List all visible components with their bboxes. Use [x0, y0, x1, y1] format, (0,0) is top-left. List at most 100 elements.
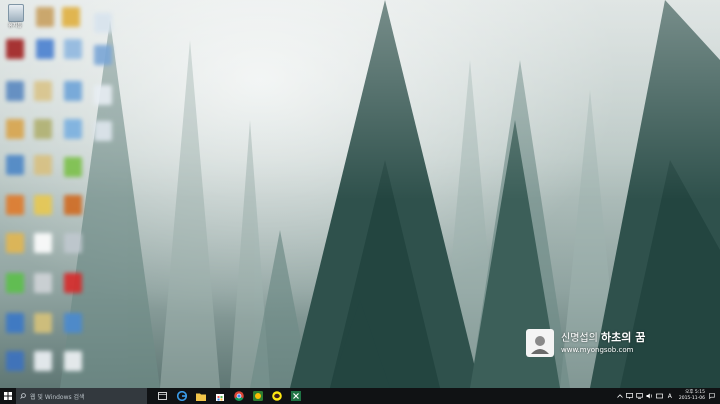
tray-keyboard[interactable] — [655, 388, 665, 404]
watermark-title: 신명섭의 하초의 꿈 — [561, 330, 646, 345]
recycle-bin-icon[interactable]: 휴지통 — [2, 2, 28, 34]
desktop-icon[interactable] — [88, 40, 118, 70]
app-icon — [64, 273, 82, 293]
desktop-icon[interactable] — [30, 34, 60, 64]
app-icon — [6, 313, 24, 333]
desktop-icon[interactable] — [88, 116, 118, 146]
watermark-title-prefix: 신명섭의 — [561, 332, 598, 344]
action-center-button[interactable] — [708, 388, 716, 404]
app-icon — [6, 119, 24, 139]
desktop-icon[interactable] — [0, 150, 30, 180]
desktop-icon[interactable] — [28, 228, 58, 258]
store-bag-icon — [215, 394, 224, 401]
app-icon — [6, 233, 24, 253]
trash-can-icon — [8, 4, 24, 22]
taskbar-edge[interactable] — [172, 388, 191, 404]
app-icon — [94, 121, 112, 141]
windows-logo-icon — [4, 392, 12, 400]
desktop-icon[interactable] — [58, 346, 88, 376]
edge-icon — [176, 391, 187, 401]
desktop-icon[interactable] — [28, 346, 58, 376]
desktop-icon[interactable] — [88, 8, 118, 38]
desktop-icon[interactable] — [58, 228, 88, 258]
app-icon — [34, 273, 52, 293]
recycle-bin-label: 휴지통 — [8, 23, 22, 29]
show-hidden-icons-button[interactable] — [615, 388, 625, 404]
desktop-icon[interactable] — [0, 34, 30, 64]
app-icon — [62, 7, 80, 27]
desktop-icon[interactable] — [58, 76, 88, 106]
desktop-icon[interactable] — [0, 114, 30, 144]
taskbar-file-explorer[interactable] — [191, 388, 210, 404]
desktop-icon[interactable] — [56, 2, 86, 32]
desktop-icon[interactable] — [58, 308, 88, 338]
desktop-icon[interactable] — [0, 346, 30, 376]
task-view-icon — [158, 392, 167, 400]
desktop-icon[interactable] — [28, 308, 58, 338]
desktop-icon[interactable] — [58, 190, 88, 220]
app-icon — [34, 195, 52, 215]
app-icon — [64, 81, 82, 101]
app-icon — [34, 233, 52, 253]
display-icon — [626, 393, 634, 399]
app-icon — [34, 119, 52, 139]
desktop-icon[interactable] — [28, 76, 58, 106]
app-icon — [6, 39, 24, 59]
desktop-icon[interactable] — [58, 114, 88, 144]
network-icon — [636, 393, 644, 399]
google-apps-icon — [252, 391, 263, 401]
tray-ime[interactable]: A — [665, 388, 675, 404]
system-tray: A 오후 5:15 2015-11-06 — [615, 388, 716, 404]
excel-icon — [290, 391, 301, 401]
app-icon — [64, 313, 82, 333]
keyboard-icon — [656, 393, 664, 399]
desktop-icon[interactable] — [28, 150, 58, 180]
chevron-up-icon — [617, 394, 623, 398]
app-icon — [34, 351, 52, 371]
tray-display[interactable] — [625, 388, 635, 404]
desktop-icon[interactable] — [0, 268, 30, 298]
desktop-icon[interactable] — [58, 268, 88, 298]
desktop-icon[interactable] — [88, 80, 118, 110]
clock[interactable]: 오후 5:15 2015-11-06 — [679, 390, 705, 402]
chrome-icon — [233, 391, 244, 401]
desktop-icon[interactable] — [58, 152, 88, 182]
app-icon — [6, 195, 24, 215]
desktop-icon[interactable] — [28, 114, 58, 144]
blog-watermark: 신명섭의 하초의 꿈 www.myongsob.com — [526, 328, 645, 358]
avatar — [526, 329, 554, 357]
app-icon — [94, 13, 112, 33]
watermark-title-main: 하초의 꿈 — [601, 330, 646, 344]
tray-network[interactable] — [635, 388, 645, 404]
person-portrait-icon — [529, 332, 551, 354]
app-icon — [94, 45, 112, 65]
search-box[interactable]: 웹 및 Windows 검색 — [16, 388, 147, 404]
app-icon — [64, 157, 82, 177]
task-view-button[interactable] — [153, 388, 172, 404]
start-button[interactable] — [0, 388, 16, 404]
app-icon — [64, 195, 82, 215]
taskbar-kakaotalk[interactable] — [267, 388, 286, 404]
tray-volume[interactable] — [645, 388, 655, 404]
desktop-icon[interactable] — [58, 34, 88, 64]
app-icon — [6, 273, 24, 293]
taskbar-excel[interactable] — [286, 388, 305, 404]
app-icon — [64, 351, 82, 371]
taskbar-store[interactable] — [210, 388, 229, 404]
watermark-url: www.myongsob.com — [561, 345, 634, 354]
desktop[interactable]: 휴지통 신명섭의 하초의 꿈 www.myongsob.com — [0, 0, 720, 388]
taskbar-chrome[interactable] — [229, 388, 248, 404]
desktop-icon[interactable] — [0, 228, 30, 258]
app-icon — [64, 233, 82, 253]
app-icon — [34, 81, 52, 101]
desktop-icon[interactable] — [28, 268, 58, 298]
app-icon — [64, 39, 82, 59]
folder-icon — [195, 393, 206, 401]
desktop-icon[interactable] — [0, 190, 30, 220]
desktop-icon[interactable] — [28, 190, 58, 220]
taskbar-google-apps[interactable] — [248, 388, 267, 404]
desktop-icon[interactable] — [0, 308, 30, 338]
notification-icon — [709, 393, 715, 399]
desktop-icon[interactable] — [0, 76, 30, 106]
app-icon — [36, 7, 54, 27]
